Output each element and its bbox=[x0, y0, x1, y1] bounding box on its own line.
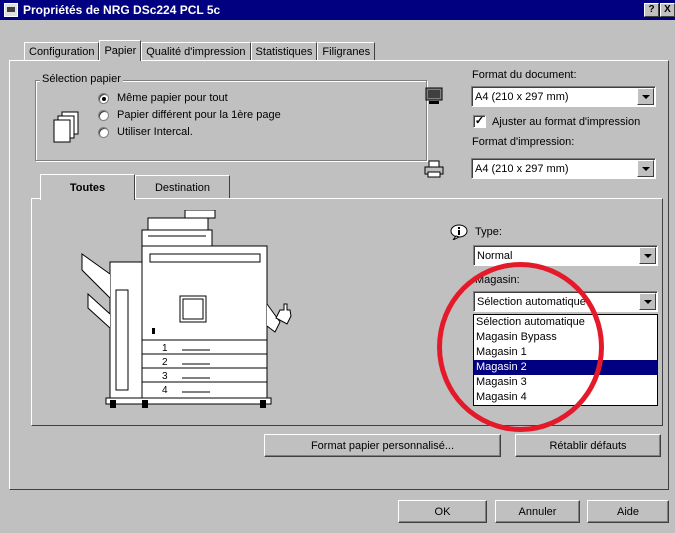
type-label: Type: bbox=[475, 226, 502, 238]
radio-indicator[interactable] bbox=[98, 126, 109, 138]
tray-option-4[interactable]: Magasin 4 bbox=[474, 390, 657, 405]
tray-number-3: 3 bbox=[162, 371, 168, 382]
restore-defaults-button[interactable]: Rétablir défauts bbox=[515, 434, 661, 457]
close-title-button[interactable]: X bbox=[660, 3, 675, 17]
tab-papier[interactable]: Papier bbox=[99, 40, 142, 61]
tab-statistiques[interactable]: Statistiques bbox=[250, 42, 318, 60]
document-monitor-icon bbox=[425, 87, 443, 104]
fit-to-print-label: Ajuster au format d'impression bbox=[492, 116, 641, 128]
tray-option-bypass[interactable]: Magasin Bypass bbox=[474, 330, 657, 345]
tab-qualite-impression[interactable]: Qualité d'impression bbox=[141, 42, 251, 60]
chevron-down-icon[interactable] bbox=[639, 247, 656, 264]
paper-stack-icon bbox=[53, 111, 79, 143]
tray-number-2: 2 bbox=[162, 357, 168, 368]
ok-button[interactable]: OK bbox=[398, 500, 487, 523]
tray-option-1[interactable]: Magasin 1 bbox=[474, 345, 657, 360]
print-format-value: A4 (210 x 297 mm) bbox=[475, 162, 569, 175]
printer-app-icon bbox=[4, 3, 18, 17]
chevron-down-icon[interactable] bbox=[637, 160, 654, 177]
help-button[interactable]: Aide bbox=[587, 500, 669, 523]
tray-option-auto[interactable]: Sélection automatique bbox=[474, 315, 657, 330]
radio-use-interleaf-label: Utiliser Intercal. bbox=[117, 126, 193, 138]
radio-indicator[interactable] bbox=[98, 109, 109, 121]
radio-same-paper-label: Même papier pour tout bbox=[117, 92, 228, 104]
tray-option-2[interactable]: Magasin 2 bbox=[474, 360, 657, 375]
help-title-button[interactable]: ? bbox=[644, 3, 659, 17]
document-format-value: A4 (210 x 297 mm) bbox=[475, 90, 569, 103]
fit-to-print-checkbox[interactable]: ✓ bbox=[473, 115, 486, 128]
window-title: Propriétés de NRG DSc224 PCL 5c bbox=[23, 3, 221, 17]
tray-number-4: 4 bbox=[162, 385, 168, 396]
tray-number-1: 1 bbox=[162, 343, 168, 354]
radio-different-first-page[interactable]: Papier différent pour la 1ère page bbox=[98, 109, 281, 121]
printer-icon bbox=[424, 160, 444, 178]
radio-indicator[interactable] bbox=[98, 92, 109, 104]
radio-same-paper[interactable]: Même papier pour tout bbox=[98, 92, 228, 104]
tab-destination[interactable]: Destination bbox=[135, 175, 230, 199]
radio-different-first-page-label: Papier différent pour la 1ère page bbox=[117, 109, 281, 121]
cancel-button[interactable]: Annuler bbox=[495, 500, 580, 523]
document-format-select[interactable]: A4 (210 x 297 mm) bbox=[471, 86, 656, 107]
radio-use-interleaf[interactable]: Utiliser Intercal. bbox=[98, 126, 193, 138]
tray-label: Magasin: bbox=[475, 274, 520, 286]
printer-properties-dialog: Propriétés de NRG DSc224 PCL 5c ? X Conf… bbox=[0, 0, 675, 533]
tray-option-3[interactable]: Magasin 3 bbox=[474, 375, 657, 390]
chevron-down-icon[interactable] bbox=[637, 88, 654, 105]
tray-value: Sélection automatique bbox=[477, 295, 586, 308]
print-format-select[interactable]: A4 (210 x 297 mm) bbox=[471, 158, 656, 179]
copier-illustration: 1 2 3 4 bbox=[81, 210, 292, 408]
main-tab-strip: Configuration Papier Qualité d'impressio… bbox=[24, 40, 376, 61]
type-value: Normal bbox=[477, 249, 513, 262]
type-select[interactable]: Normal bbox=[473, 245, 658, 266]
title-bar: Propriétés de NRG DSc224 PCL 5c ? X bbox=[0, 0, 675, 20]
print-format-label: Format d'impression: bbox=[472, 136, 575, 148]
tray-select[interactable]: Sélection automatique bbox=[473, 291, 658, 312]
chevron-down-icon[interactable] bbox=[639, 293, 656, 310]
tab-toutes[interactable]: Toutes bbox=[40, 174, 135, 200]
custom-paper-format-button[interactable]: Format papier personnalisé... bbox=[264, 434, 501, 457]
paper-selection-legend: Sélection papier bbox=[40, 73, 123, 85]
info-icon bbox=[450, 224, 468, 240]
tray-dropdown-list: Sélection automatique Magasin Bypass Mag… bbox=[473, 314, 658, 406]
document-format-label: Format du document: bbox=[472, 69, 577, 81]
tab-filigranes[interactable]: Filigranes bbox=[317, 42, 376, 60]
tab-configuration[interactable]: Configuration bbox=[24, 42, 100, 60]
